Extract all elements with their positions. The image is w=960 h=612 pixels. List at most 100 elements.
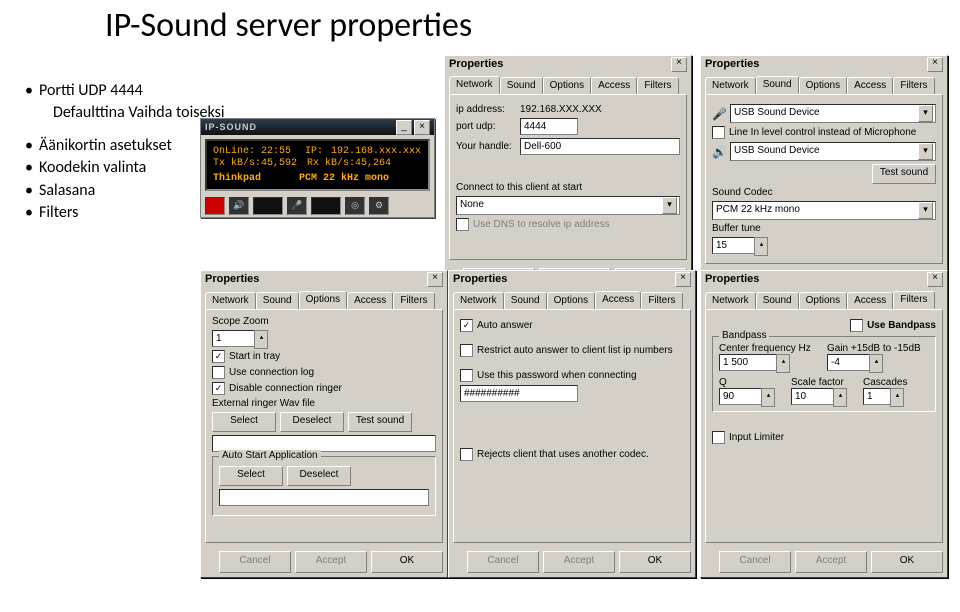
deselect-button[interactable]: Deselect bbox=[287, 466, 351, 486]
list-item: Portti UDP 4444 bbox=[25, 80, 225, 102]
ipaddress-value: 192.168.XXX.XXX bbox=[520, 104, 602, 115]
tab-network[interactable]: Network bbox=[449, 76, 500, 94]
close-button[interactable]: × bbox=[675, 272, 691, 287]
reject-codec-checkbox[interactable]: Rejects client that uses another codec. bbox=[460, 448, 684, 461]
linein-checkbox[interactable]: Line In level control instead of Microph… bbox=[712, 126, 936, 139]
tab-access[interactable]: Access bbox=[847, 292, 893, 310]
accept-button[interactable]: Accept bbox=[543, 551, 615, 573]
input-device-select[interactable]: USB Sound Device bbox=[730, 104, 936, 123]
buffer-spinner[interactable]: 15 bbox=[712, 237, 755, 254]
level-meter bbox=[311, 197, 341, 215]
tab-sound[interactable]: Sound bbox=[756, 76, 799, 94]
properties-options-window: Properties× Network Sound Options Access… bbox=[200, 270, 448, 578]
scope-zoom-spinner[interactable]: 1 bbox=[212, 330, 255, 347]
tab-options[interactable]: Options bbox=[543, 77, 591, 95]
tab-network[interactable]: Network bbox=[705, 292, 756, 310]
tab-filters[interactable]: Filters bbox=[893, 77, 934, 95]
mic-icon[interactable]: 🎤 bbox=[287, 197, 307, 215]
close-button[interactable]: × bbox=[927, 57, 943, 72]
ipsound-app-window: IP-SOUND _ × OnLine: 22:55 IP: 192.168.x… bbox=[200, 118, 435, 218]
ok-button[interactable]: OK bbox=[619, 551, 691, 573]
connection-log-checkbox[interactable]: Use connection log bbox=[212, 366, 436, 379]
accept-button[interactable]: Accept bbox=[795, 551, 867, 573]
properties-sound-window: Properties× Network Sound Options Access… bbox=[700, 55, 948, 299]
output-device-select[interactable]: USB Sound Device bbox=[730, 142, 936, 161]
q-spinner[interactable]: 90 bbox=[719, 388, 762, 405]
tab-network[interactable]: Network bbox=[453, 292, 504, 310]
ip-label: IP: bbox=[305, 146, 325, 157]
port-input[interactable]: 4444 bbox=[520, 118, 578, 135]
close-button[interactable]: × bbox=[671, 57, 687, 72]
deselect-button[interactable]: Deselect bbox=[280, 412, 344, 432]
connect-at-start-label: Connect to this client at start bbox=[456, 182, 680, 193]
tab-sound[interactable]: Sound bbox=[504, 292, 547, 310]
tab-options[interactable]: Options bbox=[547, 292, 595, 310]
tab-filters[interactable]: Filters bbox=[641, 292, 682, 310]
disable-ringer-checkbox[interactable]: ✓Disable connection ringer bbox=[212, 382, 436, 395]
test-sound-button[interactable]: Test sound bbox=[348, 412, 412, 432]
list-item: Salasana bbox=[25, 180, 225, 202]
settings-button[interactable]: ⚙ bbox=[369, 197, 389, 215]
cancel-button[interactable]: Cancel bbox=[219, 551, 291, 573]
list-item: Filters bbox=[25, 202, 225, 224]
tab-options[interactable]: Options bbox=[799, 292, 847, 310]
tab-sound[interactable]: Sound bbox=[256, 292, 299, 310]
ipaddress-label: ip address: bbox=[456, 104, 516, 115]
center-freq-spinner[interactable]: 1 500 bbox=[719, 354, 777, 371]
app-title: IP-SOUND bbox=[205, 122, 394, 132]
rx-label: Rx kB/s: bbox=[307, 158, 349, 169]
tab-filters[interactable]: Filters bbox=[637, 77, 678, 95]
rx-value: 45,264 bbox=[355, 158, 391, 169]
ok-button[interactable]: OK bbox=[871, 551, 943, 573]
cascades-spinner[interactable]: 1 bbox=[863, 388, 891, 405]
select-button[interactable]: Select bbox=[212, 412, 276, 432]
tx-value: 45,592 bbox=[261, 158, 301, 169]
gain-spinner[interactable]: -4 bbox=[827, 354, 870, 371]
buffer-label: Buffer tune bbox=[712, 223, 936, 234]
password-checkbox[interactable]: Use this password when connecting bbox=[460, 369, 684, 382]
accept-button[interactable]: Accept bbox=[295, 551, 367, 573]
scale-spinner[interactable]: 10 bbox=[791, 388, 834, 405]
autostart-path-input[interactable] bbox=[219, 489, 429, 506]
input-limiter-checkbox[interactable]: Input Limiter bbox=[712, 431, 936, 444]
cancel-button[interactable]: Cancel bbox=[719, 551, 791, 573]
scope-button[interactable]: ◎ bbox=[345, 197, 365, 215]
cancel-button[interactable]: Cancel bbox=[467, 551, 539, 573]
window-title: Properties bbox=[205, 273, 427, 285]
close-button[interactable]: × bbox=[927, 272, 943, 287]
tab-filters[interactable]: Filters bbox=[393, 292, 434, 310]
test-sound-button[interactable]: Test sound bbox=[872, 164, 936, 184]
tab-access[interactable]: Access bbox=[595, 291, 641, 309]
select-button[interactable]: Select bbox=[219, 466, 283, 486]
ok-button[interactable]: OK bbox=[371, 551, 443, 573]
tab-options[interactable]: Options bbox=[299, 291, 347, 309]
tab-network[interactable]: Network bbox=[705, 77, 756, 95]
speaker-icon[interactable]: 🔊 bbox=[229, 197, 249, 215]
codec-select[interactable]: PCM 22 kHz mono bbox=[712, 201, 936, 220]
tab-access[interactable]: Access bbox=[847, 77, 893, 95]
list-item: Äänikortin asetukset bbox=[25, 135, 225, 157]
handle-input[interactable]: Dell-600 bbox=[520, 138, 680, 155]
tab-filters[interactable]: Filters bbox=[893, 291, 934, 309]
close-button[interactable]: × bbox=[414, 120, 430, 135]
window-title: Properties bbox=[705, 58, 927, 70]
tab-sound[interactable]: Sound bbox=[500, 77, 543, 95]
gain-label: Gain +15dB to -15dB bbox=[827, 343, 929, 354]
tab-network[interactable]: Network bbox=[205, 292, 256, 310]
close-button[interactable]: × bbox=[427, 272, 443, 287]
record-button[interactable] bbox=[205, 197, 225, 215]
autostart-group-label: Auto Start Application bbox=[219, 450, 321, 461]
start-in-tray-checkbox[interactable]: ✓Start in tray bbox=[212, 350, 436, 363]
lcd-display: OnLine: 22:55 IP: 192.168.xxx.xxx Tx kB/… bbox=[205, 139, 430, 191]
minimize-button[interactable]: _ bbox=[396, 120, 412, 135]
list-item: Koodekin valinta bbox=[25, 157, 225, 179]
connect-select[interactable]: None bbox=[456, 196, 680, 215]
tab-options[interactable]: Options bbox=[799, 77, 847, 95]
password-input[interactable]: ########## bbox=[460, 385, 578, 402]
tab-access[interactable]: Access bbox=[591, 77, 637, 95]
tab-access[interactable]: Access bbox=[347, 292, 393, 310]
tab-sound[interactable]: Sound bbox=[756, 292, 799, 310]
restrict-checkbox[interactable]: Restrict auto answer to client list ip n… bbox=[460, 344, 684, 357]
dns-checkbox[interactable]: Use DNS to resolve ip address bbox=[456, 218, 680, 231]
auto-answer-checkbox[interactable]: ✓Auto answer bbox=[460, 319, 684, 332]
